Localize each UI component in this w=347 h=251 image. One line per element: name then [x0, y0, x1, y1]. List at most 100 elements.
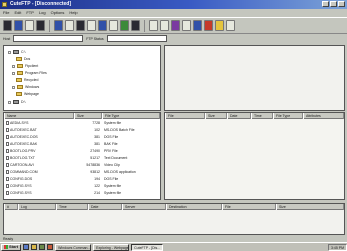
menu-log[interactable]: Log [39, 9, 46, 17]
cell-name: BOOTLOG.PRV [4, 148, 74, 154]
app-icon [2, 2, 7, 7]
download-icon[interactable] [36, 20, 45, 31]
column-header-time[interactable]: Time [251, 113, 273, 119]
local-folder-tree[interactable]: C:\ Dos Ftpclient Program Files Recycled… [3, 45, 161, 111]
menu-help[interactable]: Help [69, 9, 77, 17]
close-button[interactable] [338, 1, 345, 7]
column-header-date[interactable]: Date [227, 113, 251, 119]
remote-file-list[interactable]: File Size Date Time File Type Attributes [164, 112, 345, 200]
tree-item-webpage[interactable]: Webpage [16, 91, 39, 97]
expander-icon[interactable] [12, 64, 15, 68]
stop-icon[interactable] [109, 20, 118, 31]
column-header-type[interactable]: File Type [102, 113, 160, 119]
queue-icon[interactable] [120, 20, 129, 31]
delete-icon[interactable] [76, 20, 85, 31]
menu-ftp[interactable]: FTP [26, 9, 34, 17]
upload-icon[interactable] [54, 20, 63, 31]
file-name: COMMAND.COM [10, 170, 38, 174]
menu-edit[interactable]: Edit [14, 9, 21, 17]
column-header-filetype[interactable]: File Type [273, 113, 303, 119]
taskbar: Start Windows Comman... Exploring - Webp… [0, 242, 347, 251]
column-header-number[interactable]: # [4, 204, 18, 210]
file-icon [6, 191, 9, 196]
column-header-size[interactable]: Size [74, 113, 102, 119]
column-header-attributes[interactable]: Attributes [303, 113, 344, 119]
column-header-destination[interactable]: Destination [166, 204, 222, 210]
tree-item-program-files[interactable]: Program Files [12, 70, 47, 76]
table-row[interactable]: AEDIA.SYS 7728 System file [4, 120, 160, 126]
tree-item-drive-d[interactable]: D:\ [8, 99, 25, 105]
quicklaunch-ie-icon[interactable] [23, 244, 30, 250]
reconnect-icon[interactable] [25, 20, 34, 31]
quicklaunch-folder-icon[interactable] [31, 244, 38, 250]
log-icon[interactable] [131, 20, 140, 31]
column-header-file[interactable]: File [165, 113, 205, 119]
taskbar-button-windows-commander[interactable]: Windows Comman... [55, 243, 92, 251]
column-header-log[interactable]: Log [18, 204, 56, 210]
table-row[interactable]: CONFIG.SYS 214 System file [4, 190, 160, 196]
cell-type: DOS File [104, 177, 119, 181]
expander-icon[interactable] [12, 85, 15, 89]
quicklaunch-desktop-icon[interactable] [39, 244, 46, 250]
list-header: # Log Time Date Server Destination File … [4, 204, 344, 210]
minimize-button[interactable] [322, 1, 329, 7]
filter-icon[interactable] [171, 20, 180, 31]
quicklaunch-app-icon[interactable] [47, 244, 54, 250]
view-icon[interactable] [65, 20, 74, 31]
column-header-file[interactable]: File [222, 204, 276, 210]
column-header-size[interactable]: Size [205, 113, 227, 119]
cell-type: Text Document [104, 156, 128, 160]
start-button[interactable]: Start [1, 243, 22, 251]
table-row[interactable]: BOOTLOG.PRV 27490 PRV File [4, 148, 160, 154]
user-input[interactable] [106, 35, 167, 42]
tree-item-recycled[interactable]: Recycled [16, 77, 38, 83]
tree-item-windows[interactable]: Windows [12, 84, 39, 90]
menu-options[interactable]: Options [51, 9, 65, 17]
connect-icon[interactable] [3, 20, 12, 31]
maximize-button[interactable] [330, 1, 337, 7]
help-icon[interactable] [149, 20, 158, 31]
start-label: Start [9, 244, 19, 249]
expander-icon[interactable] [8, 50, 11, 54]
transfer-icon[interactable] [182, 20, 191, 31]
local-file-list[interactable]: Name Size File Type AEDIA.SYS 7728 Syste… [3, 112, 161, 200]
menu-file[interactable]: File [3, 9, 9, 17]
remote-folder-tree[interactable] [164, 45, 345, 111]
flag-icon[interactable] [215, 20, 224, 31]
cell-size: 214 [94, 191, 100, 195]
column-header-time[interactable]: Time [56, 204, 88, 210]
tree-item-label: Webpage [24, 92, 39, 96]
column-header-size[interactable]: Size [276, 204, 344, 210]
table-row[interactable]: AUTOEXEC.BAK 381 BAK File [4, 141, 160, 147]
table-row[interactable]: CONFIG.SYS 122 System file [4, 183, 160, 189]
tree-item-ftpclient[interactable]: Ftpclient [12, 63, 38, 69]
file-name: CONFIG.DOS [10, 177, 33, 181]
table-row[interactable]: CARTOON.AVI 5478836 Video Clip [4, 162, 160, 168]
taskbar-button-exploring[interactable]: Exploring - Webpage [93, 243, 130, 251]
table-row[interactable]: CONFIG.DOS 194 DOS File [4, 176, 160, 182]
column-header-server[interactable]: Server [122, 204, 166, 210]
host-input[interactable] [13, 35, 84, 42]
binary-icon[interactable] [193, 20, 202, 31]
transfer-log-pane[interactable]: # Log Time Date Server Destination File … [3, 203, 345, 235]
tree-item-dos[interactable]: Dos [16, 56, 30, 62]
refresh-icon[interactable] [98, 20, 107, 31]
question-icon[interactable] [226, 20, 235, 31]
table-row[interactable]: AUTOEXEC.DOS 381 DOS File [4, 134, 160, 140]
table-row[interactable]: AUTOEXEC.BAT 102 MS-DOS Batch File [4, 127, 160, 133]
red-x-icon[interactable] [204, 20, 213, 31]
expander-icon[interactable] [8, 100, 11, 104]
cell-name: AUTOEXEC.BAT [4, 127, 74, 133]
tree-item-label: Recycled [24, 78, 39, 82]
table-row[interactable]: COMMAND.COM 93812 MS-DOS application [4, 169, 160, 175]
folder-icon [17, 71, 23, 75]
table-row[interactable]: BOOTLOG.TXT 51217 Text Document [4, 155, 160, 161]
tree-item-drive-c[interactable]: C:\ [8, 49, 25, 55]
settings-icon[interactable] [160, 20, 169, 31]
disconnect-icon[interactable] [14, 20, 23, 31]
column-header-date[interactable]: Date [88, 204, 122, 210]
expander-icon[interactable] [12, 71, 15, 75]
taskbar-button-cuteftp[interactable]: CuteFTP - [Dis... [131, 243, 164, 251]
rename-icon[interactable] [87, 20, 96, 31]
column-header-name[interactable]: Name [4, 113, 74, 119]
